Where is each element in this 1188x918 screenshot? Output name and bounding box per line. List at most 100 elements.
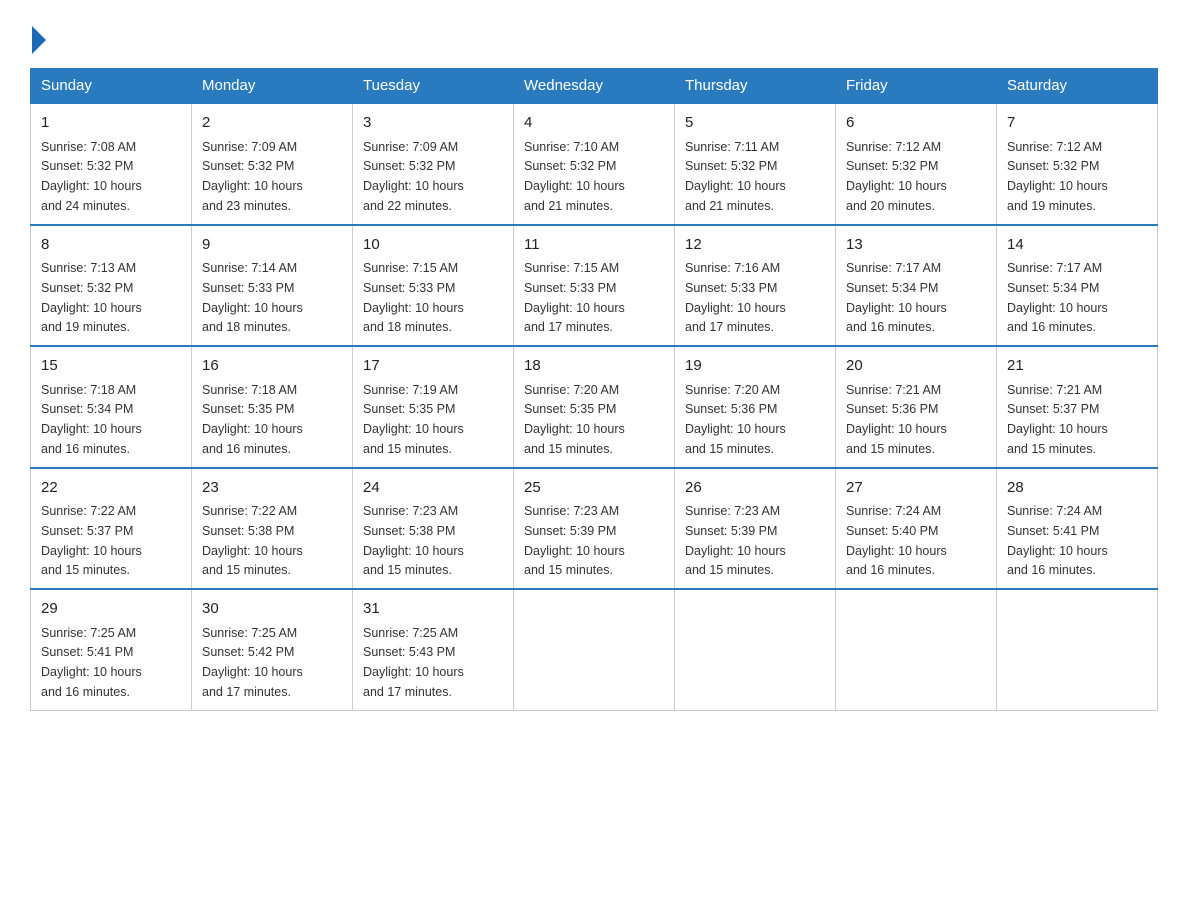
weekday-header-friday: Friday (836, 69, 997, 104)
calendar-cell: 22 Sunrise: 7:22 AMSunset: 5:37 PMDaylig… (31, 468, 192, 590)
day-info: Sunrise: 7:12 AMSunset: 5:32 PMDaylight:… (1007, 140, 1108, 213)
day-number: 23 (202, 477, 342, 500)
calendar-cell: 17 Sunrise: 7:19 AMSunset: 5:35 PMDaylig… (353, 346, 514, 468)
calendar-cell: 9 Sunrise: 7:14 AMSunset: 5:33 PMDayligh… (192, 225, 353, 347)
calendar-week-2: 8 Sunrise: 7:13 AMSunset: 5:32 PMDayligh… (31, 225, 1158, 347)
day-info: Sunrise: 7:21 AMSunset: 5:36 PMDaylight:… (846, 383, 947, 456)
day-info: Sunrise: 7:24 AMSunset: 5:41 PMDaylight:… (1007, 504, 1108, 577)
calendar-cell: 23 Sunrise: 7:22 AMSunset: 5:38 PMDaylig… (192, 468, 353, 590)
day-info: Sunrise: 7:11 AMSunset: 5:32 PMDaylight:… (685, 140, 786, 213)
day-number: 31 (363, 598, 503, 621)
logo (30, 20, 46, 50)
day-number: 29 (41, 598, 181, 621)
day-info: Sunrise: 7:24 AMSunset: 5:40 PMDaylight:… (846, 504, 947, 577)
calendar-cell: 14 Sunrise: 7:17 AMSunset: 5:34 PMDaylig… (997, 225, 1158, 347)
day-number: 18 (524, 355, 664, 378)
logo-arrow-icon (32, 26, 46, 54)
day-number: 7 (1007, 112, 1147, 135)
calendar-cell: 29 Sunrise: 7:25 AMSunset: 5:41 PMDaylig… (31, 589, 192, 710)
weekday-header-monday: Monday (192, 69, 353, 104)
day-number: 1 (41, 112, 181, 135)
calendar-cell: 6 Sunrise: 7:12 AMSunset: 5:32 PMDayligh… (836, 103, 997, 225)
day-number: 12 (685, 234, 825, 257)
day-info: Sunrise: 7:18 AMSunset: 5:34 PMDaylight:… (41, 383, 142, 456)
day-info: Sunrise: 7:22 AMSunset: 5:37 PMDaylight:… (41, 504, 142, 577)
calendar-cell: 11 Sunrise: 7:15 AMSunset: 5:33 PMDaylig… (514, 225, 675, 347)
day-number: 10 (363, 234, 503, 257)
calendar-cell (836, 589, 997, 710)
calendar-cell: 24 Sunrise: 7:23 AMSunset: 5:38 PMDaylig… (353, 468, 514, 590)
calendar-week-5: 29 Sunrise: 7:25 AMSunset: 5:41 PMDaylig… (31, 589, 1158, 710)
day-info: Sunrise: 7:09 AMSunset: 5:32 PMDaylight:… (202, 140, 303, 213)
calendar-cell: 2 Sunrise: 7:09 AMSunset: 5:32 PMDayligh… (192, 103, 353, 225)
calendar-cell: 21 Sunrise: 7:21 AMSunset: 5:37 PMDaylig… (997, 346, 1158, 468)
calendar-cell: 26 Sunrise: 7:23 AMSunset: 5:39 PMDaylig… (675, 468, 836, 590)
day-number: 30 (202, 598, 342, 621)
calendar-cell: 30 Sunrise: 7:25 AMSunset: 5:42 PMDaylig… (192, 589, 353, 710)
calendar-cell: 16 Sunrise: 7:18 AMSunset: 5:35 PMDaylig… (192, 346, 353, 468)
calendar-table: SundayMondayTuesdayWednesdayThursdayFrid… (30, 68, 1158, 711)
day-number: 20 (846, 355, 986, 378)
day-info: Sunrise: 7:13 AMSunset: 5:32 PMDaylight:… (41, 261, 142, 334)
day-number: 16 (202, 355, 342, 378)
day-number: 6 (846, 112, 986, 135)
day-info: Sunrise: 7:15 AMSunset: 5:33 PMDaylight:… (363, 261, 464, 334)
day-info: Sunrise: 7:23 AMSunset: 5:39 PMDaylight:… (685, 504, 786, 577)
calendar-cell: 5 Sunrise: 7:11 AMSunset: 5:32 PMDayligh… (675, 103, 836, 225)
calendar-cell: 28 Sunrise: 7:24 AMSunset: 5:41 PMDaylig… (997, 468, 1158, 590)
day-number: 5 (685, 112, 825, 135)
day-number: 24 (363, 477, 503, 500)
calendar-cell: 25 Sunrise: 7:23 AMSunset: 5:39 PMDaylig… (514, 468, 675, 590)
day-info: Sunrise: 7:08 AMSunset: 5:32 PMDaylight:… (41, 140, 142, 213)
calendar-cell: 19 Sunrise: 7:20 AMSunset: 5:36 PMDaylig… (675, 346, 836, 468)
day-info: Sunrise: 7:18 AMSunset: 5:35 PMDaylight:… (202, 383, 303, 456)
weekday-header-tuesday: Tuesday (353, 69, 514, 104)
weekday-header-saturday: Saturday (997, 69, 1158, 104)
day-info: Sunrise: 7:19 AMSunset: 5:35 PMDaylight:… (363, 383, 464, 456)
day-number: 15 (41, 355, 181, 378)
calendar-cell: 15 Sunrise: 7:18 AMSunset: 5:34 PMDaylig… (31, 346, 192, 468)
calendar-cell: 31 Sunrise: 7:25 AMSunset: 5:43 PMDaylig… (353, 589, 514, 710)
calendar-cell: 3 Sunrise: 7:09 AMSunset: 5:32 PMDayligh… (353, 103, 514, 225)
calendar-week-4: 22 Sunrise: 7:22 AMSunset: 5:37 PMDaylig… (31, 468, 1158, 590)
weekday-header-row: SundayMondayTuesdayWednesdayThursdayFrid… (31, 69, 1158, 104)
calendar-cell (997, 589, 1158, 710)
day-info: Sunrise: 7:25 AMSunset: 5:41 PMDaylight:… (41, 626, 142, 699)
day-number: 27 (846, 477, 986, 500)
weekday-header-sunday: Sunday (31, 69, 192, 104)
calendar-week-1: 1 Sunrise: 7:08 AMSunset: 5:32 PMDayligh… (31, 103, 1158, 225)
calendar-cell: 10 Sunrise: 7:15 AMSunset: 5:33 PMDaylig… (353, 225, 514, 347)
page-header (30, 20, 1158, 50)
day-number: 2 (202, 112, 342, 135)
calendar-cell: 27 Sunrise: 7:24 AMSunset: 5:40 PMDaylig… (836, 468, 997, 590)
day-info: Sunrise: 7:25 AMSunset: 5:43 PMDaylight:… (363, 626, 464, 699)
day-info: Sunrise: 7:23 AMSunset: 5:38 PMDaylight:… (363, 504, 464, 577)
day-number: 26 (685, 477, 825, 500)
day-number: 28 (1007, 477, 1147, 500)
calendar-cell: 8 Sunrise: 7:13 AMSunset: 5:32 PMDayligh… (31, 225, 192, 347)
calendar-cell: 12 Sunrise: 7:16 AMSunset: 5:33 PMDaylig… (675, 225, 836, 347)
calendar-cell (675, 589, 836, 710)
day-info: Sunrise: 7:12 AMSunset: 5:32 PMDaylight:… (846, 140, 947, 213)
day-number: 11 (524, 234, 664, 257)
day-info: Sunrise: 7:16 AMSunset: 5:33 PMDaylight:… (685, 261, 786, 334)
day-number: 3 (363, 112, 503, 135)
day-info: Sunrise: 7:20 AMSunset: 5:36 PMDaylight:… (685, 383, 786, 456)
day-number: 21 (1007, 355, 1147, 378)
day-number: 19 (685, 355, 825, 378)
day-number: 13 (846, 234, 986, 257)
calendar-cell: 13 Sunrise: 7:17 AMSunset: 5:34 PMDaylig… (836, 225, 997, 347)
day-info: Sunrise: 7:22 AMSunset: 5:38 PMDaylight:… (202, 504, 303, 577)
day-info: Sunrise: 7:10 AMSunset: 5:32 PMDaylight:… (524, 140, 625, 213)
calendar-week-3: 15 Sunrise: 7:18 AMSunset: 5:34 PMDaylig… (31, 346, 1158, 468)
day-number: 9 (202, 234, 342, 257)
day-info: Sunrise: 7:17 AMSunset: 5:34 PMDaylight:… (846, 261, 947, 334)
day-number: 8 (41, 234, 181, 257)
day-info: Sunrise: 7:09 AMSunset: 5:32 PMDaylight:… (363, 140, 464, 213)
day-info: Sunrise: 7:23 AMSunset: 5:39 PMDaylight:… (524, 504, 625, 577)
day-number: 4 (524, 112, 664, 135)
calendar-cell: 18 Sunrise: 7:20 AMSunset: 5:35 PMDaylig… (514, 346, 675, 468)
day-info: Sunrise: 7:17 AMSunset: 5:34 PMDaylight:… (1007, 261, 1108, 334)
day-number: 25 (524, 477, 664, 500)
calendar-cell: 1 Sunrise: 7:08 AMSunset: 5:32 PMDayligh… (31, 103, 192, 225)
